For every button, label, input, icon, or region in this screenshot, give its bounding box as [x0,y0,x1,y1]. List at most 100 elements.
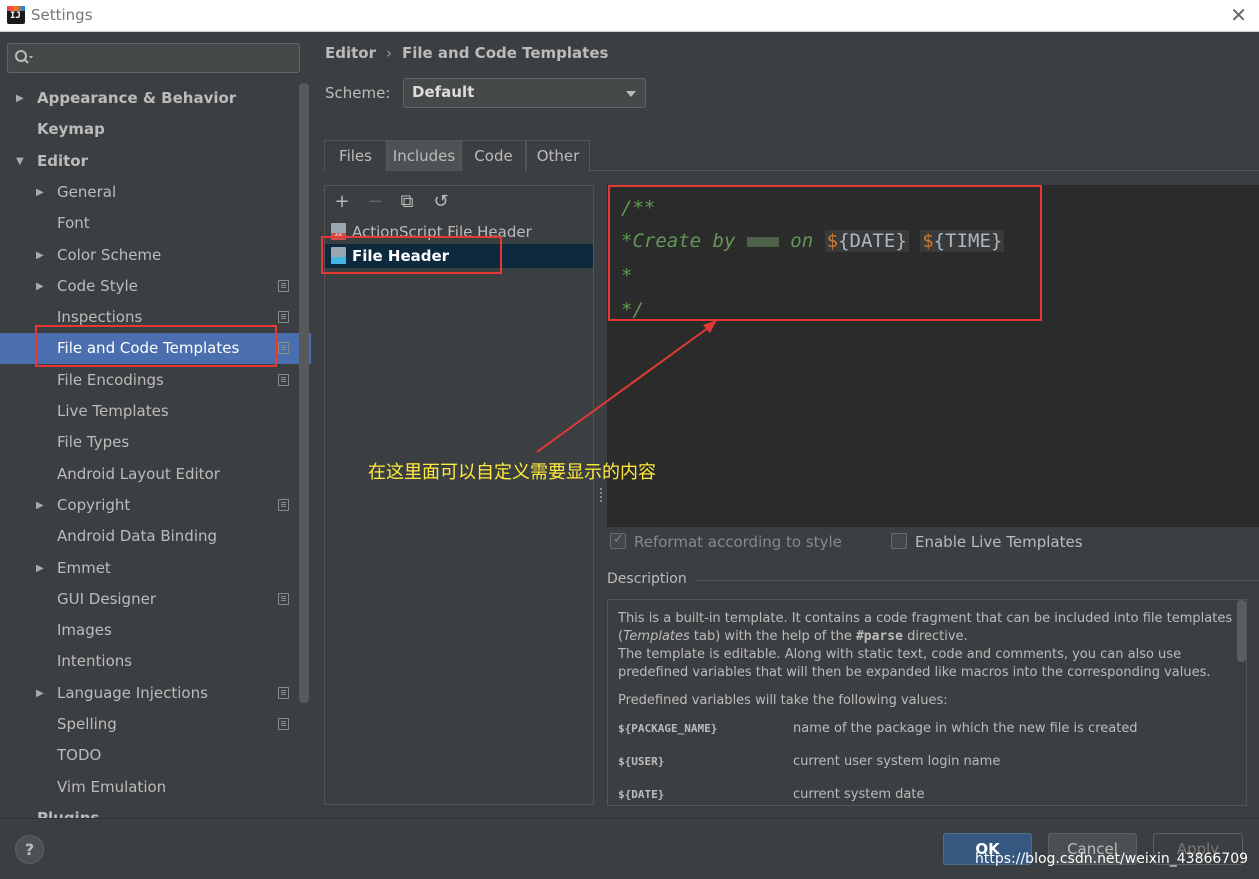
sidebar-item-color-scheme[interactable]: ▶ Color Scheme [0,240,311,271]
live-templates-checkbox[interactable] [891,533,907,549]
sidebar-item-android-data-binding[interactable]: Android Data Binding [0,521,311,552]
add-icon[interactable]: + [332,192,352,212]
breadcrumb-separator: › [386,44,392,62]
sidebar-item-file-encodings[interactable]: File Encodings [0,365,311,396]
project-settings-icon [278,280,289,292]
sidebar-scrollbar[interactable] [299,83,309,703]
description-scrollbar[interactable] [1237,600,1246,662]
settings-search-input[interactable] [7,43,300,73]
tab-includes[interactable]: Includes [387,140,461,171]
help-button[interactable]: ? [15,835,44,864]
template-list-panel: + − ⧉ ↺ ActionScript File Header File He… [324,185,594,805]
scheme-value: Default [412,83,475,101]
watermark-text: https://blog.csdn.net/weixin_43866709 [975,851,1249,867]
tab-files[interactable]: Files [324,140,387,171]
project-settings-icon [278,342,289,354]
annotation-box-template [321,236,502,274]
sidebar-item-code-style[interactable]: ▶ Code Style [0,271,311,302]
sidebar-item-emmet[interactable]: ▶ Emmet [0,553,311,584]
sidebar-item-appearance-behavior[interactable]: ▶ Appearance & Behavior [0,83,311,114]
close-icon[interactable]: ✕ [1230,4,1247,26]
sidebar-item-images[interactable]: Images [0,615,311,646]
sidebar-item-label: Live Templates [57,402,169,420]
variable-name: ${USER} [618,755,665,768]
sidebar-item-live-templates[interactable]: Live Templates [0,396,311,427]
project-settings-icon [278,687,289,699]
reformat-checkbox[interactable] [610,532,626,549]
sidebar-item-label: File Types [57,433,130,451]
expand-right-icon[interactable]: ▶ [36,563,48,575]
expand-right-icon[interactable]: ▶ [16,93,28,105]
scheme-label: Scheme: [325,84,391,102]
variable-row: ${DATE} current system date [618,786,1236,805]
sidebar-item-label: Plugins [37,809,100,818]
variable-desc: current system date [793,787,925,802]
sidebar-item-android-layout-editor[interactable]: Android Layout Editor [0,459,311,490]
variable-name: ${PACKAGE_NAME} [618,722,718,735]
description-panel: This is a built-in template. It contains… [607,599,1247,806]
copy-icon[interactable]: ⧉ [397,192,417,212]
sidebar-item-label: Intentions [57,652,133,670]
sidebar-item-label: Vim Emulation [57,778,167,796]
sidebar-item-todo[interactable]: TODO [0,740,311,771]
sidebar-item-label: TODO [57,746,102,764]
sidebar-item-general[interactable]: ▶ General [0,177,311,208]
expand-right-icon[interactable]: ▶ [36,500,48,512]
sidebar-item-label: Appearance & Behavior [37,89,237,107]
sidebar-item-keymap[interactable]: Keymap [0,114,311,145]
sidebar-item-font[interactable]: Font [0,208,311,239]
expand-right-icon[interactable]: ▶ [36,688,48,700]
title-bar: IJ Settings ✕ [0,0,1259,32]
sidebar-item-label: Copyright [57,496,131,514]
expand-down-icon[interactable]: ▼ [16,156,28,168]
breadcrumb-current: File and Code Templates [402,44,609,62]
sidebar-item-label: Spelling [57,715,117,733]
settings-main-panel: Editor › File and Code Templates Scheme: D… [312,33,1259,818]
expand-right-icon[interactable]: ▶ [36,187,48,199]
description-vars-intro: Predefined variables will take the follo… [618,693,948,708]
annotation-box-sidebar [35,325,277,367]
dialog-footer: ? OK Cancel Apply https://blog.csdn.net/… [0,818,1259,879]
description-intro: This is a built-in template. It contains… [618,611,1233,680]
template-toolbar: + − ⧉ ↺ [325,186,593,218]
scheme-dropdown[interactable]: Default [403,78,646,108]
description-divider [695,580,1259,581]
variable-row: ${PACKAGE_NAME} name of the package in w… [618,720,1236,753]
sidebar-item-label: Android Layout Editor [57,465,220,483]
remove-icon[interactable]: − [365,192,385,212]
sidebar-item-vim-emulation[interactable]: Vim Emulation [0,772,311,803]
reset-icon[interactable]: ↺ [431,192,451,212]
sidebar-item-label: Code Style [57,277,138,295]
sidebar-item-label: Images [57,621,112,639]
sidebar-item-copyright[interactable]: ▶ Copyright [0,490,311,521]
breadcrumb-parent[interactable]: Editor [325,44,376,62]
settings-sidebar: ▶ Appearance & Behavior Keymap ▼ Editor ▶ Gene… [0,33,311,818]
variable-desc: current user system login name [793,754,1001,769]
sidebar-item-label: Editor [37,152,88,170]
panel-splitter-handle[interactable] [600,488,603,506]
sidebar-item-plugins[interactable]: Plugins [0,803,311,818]
sidebar-item-gui-designer[interactable]: GUI Designer [0,584,311,615]
project-settings-icon [278,593,289,605]
sidebar-item-intentions[interactable]: Intentions [0,646,311,677]
sidebar-item-label: Color Scheme [57,246,162,264]
window-title: Settings [31,6,93,24]
sidebar-item-spelling[interactable]: Spelling [0,709,311,740]
intellij-logo-icon: IJ [7,6,25,24]
expand-right-icon[interactable]: ▶ [36,281,48,293]
sidebar-item-file-types[interactable]: File Types [0,427,311,458]
sidebar-item-label: GUI Designer [57,590,156,608]
sidebar-item-editor[interactable]: ▼ Editor [0,146,311,177]
sidebar-item-label: Font [57,214,90,232]
project-settings-icon [278,499,289,511]
tab-other[interactable]: Other [526,140,590,171]
variable-row: ${USER} current user system login name [618,753,1236,786]
project-settings-icon [278,718,289,730]
expand-right-icon[interactable]: ▶ [36,250,48,262]
project-settings-icon [278,374,289,386]
annotation-box-editor [608,185,1042,321]
sidebar-item-label: Emmet [57,559,111,577]
tab-code[interactable]: Code [461,140,526,171]
reformat-label: Reformat according to style [634,533,842,551]
sidebar-item-language-injections[interactable]: ▶ Language Injections [0,678,311,709]
